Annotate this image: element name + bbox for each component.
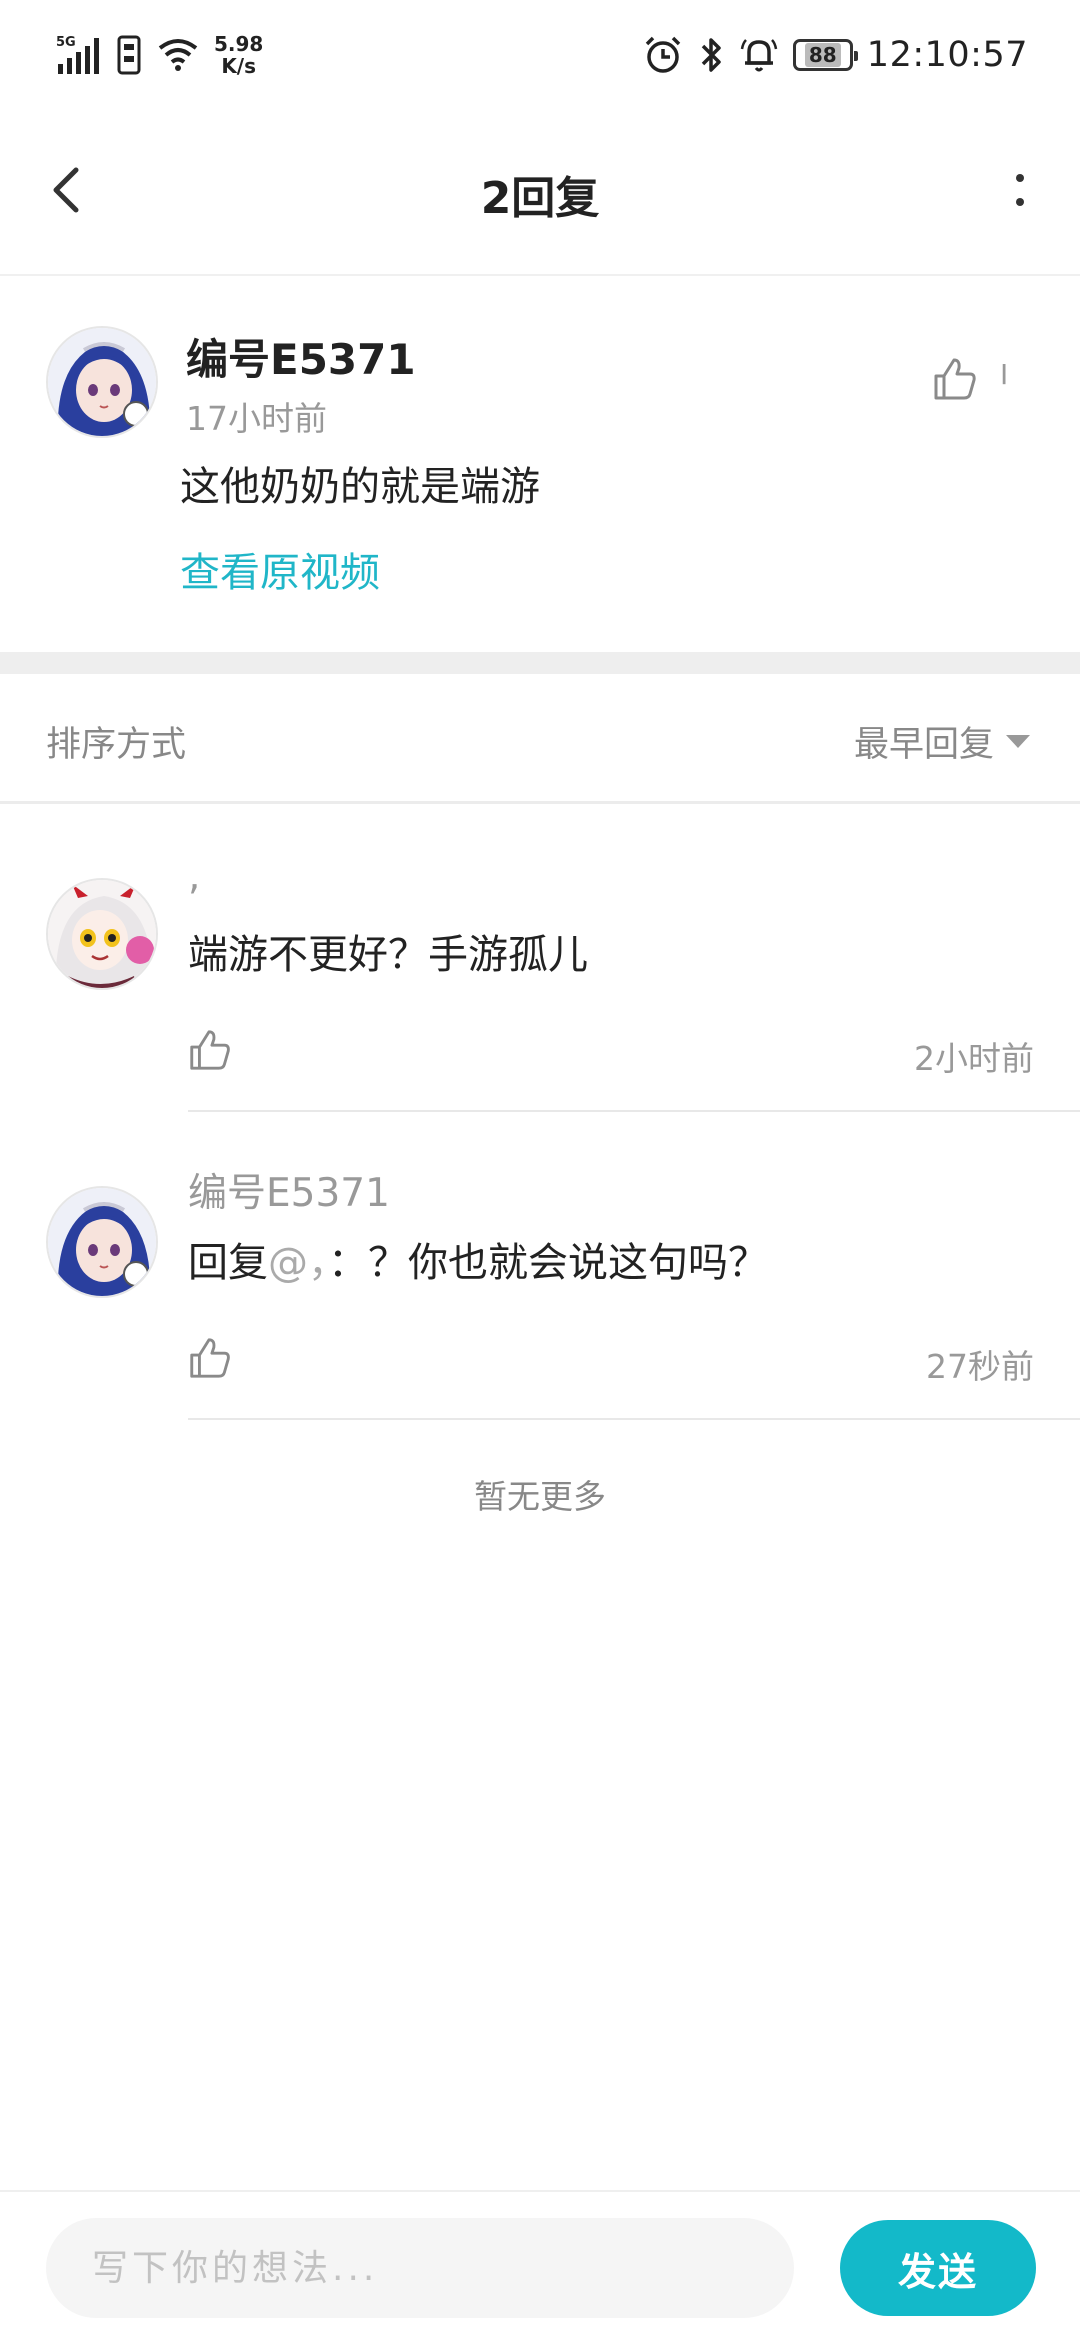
network-type-text: 5G [56, 35, 76, 50]
thumbs-up-icon [190, 1030, 230, 1070]
reply-author-name[interactable]: , [188, 854, 200, 899]
reply-timestamp: 2小时前 [914, 1039, 1034, 1078]
thumbs-up-icon [190, 1338, 230, 1378]
network-speed: 5.98 K/s [214, 33, 263, 77]
like-count: I [1000, 358, 1009, 391]
like-button[interactable] [930, 354, 980, 404]
reply-item: 编号E5371 回复@，：？你也就会说这句吗？ 27秒前 [0, 1112, 1080, 1420]
view-original-video-link[interactable]: 查看原视频 [180, 540, 380, 598]
sort-label: 排序方式 [46, 725, 187, 765]
more-dot-icon [1016, 198, 1024, 206]
sim-card-icon [117, 35, 141, 75]
sort-bar: 排序方式 最早回复 [0, 674, 1080, 804]
no-more-text: 暂无更多 [474, 1477, 606, 1516]
network-speed-value: 5.98 [214, 32, 264, 56]
more-dot-icon [1016, 174, 1024, 182]
comment-input-bar: 发送 [0, 2190, 1080, 2340]
avatar[interactable] [46, 326, 158, 438]
comment-input[interactable] [46, 2218, 794, 2318]
send-button[interactable]: 发送 [840, 2220, 1036, 2316]
page-title: 2回复 [480, 173, 600, 224]
status-right: 88 12:10:57 [643, 28, 1028, 82]
top-app-bar: 2回复 [0, 110, 1080, 276]
reply-divider [188, 1418, 1080, 1420]
reply-item: , 端游不更好？手游孤儿 2小时前 [0, 804, 1080, 1112]
status-left: 5G 5.98 K/s [56, 30, 263, 80]
bell-icon [740, 39, 778, 72]
battery-level: 88 [804, 43, 841, 67]
anime-avatar-blue-hair-icon [48, 1188, 156, 1296]
alarm-icon [645, 36, 681, 73]
original-comment: 编号E5371 17小时前 这他奶奶的就是端游 查看原视频 I [0, 278, 1080, 652]
more-options-button[interactable] [990, 160, 1050, 220]
status-bar: 5G 5.98 K/s 88 12:10:57 [0, 0, 1080, 110]
battery-indicator: 88 [792, 39, 858, 71]
status-time: 12:10:57 [866, 35, 1028, 75]
reply-mention[interactable]: @， [268, 1240, 328, 1286]
reply-text: 端游不更好？手游孤儿 [188, 922, 588, 980]
reply-body: ：？你也就会说这句吗？ [328, 1240, 768, 1286]
wifi-icon [158, 39, 198, 71]
reply-author-name[interactable]: 编号E5371 [188, 1162, 390, 1218]
comment-author-name[interactable]: 编号E5371 [186, 326, 416, 387]
sort-selected-value: 最早回复 [853, 725, 994, 765]
comment-text: 这他奶奶的就是端游 [180, 464, 540, 510]
section-divider [0, 652, 1080, 674]
like-button[interactable] [186, 1334, 234, 1382]
reply-prefix: 回复 [188, 1240, 268, 1286]
reply-timestamp: 27秒前 [926, 1347, 1034, 1386]
bluetooth-icon [701, 38, 721, 72]
reply-text: 回复@，：？你也就会说这句吗？ [188, 1230, 768, 1288]
comment-timestamp: 17小时前 [186, 399, 327, 438]
sort-dropdown[interactable]: 最早回复 [854, 716, 1030, 767]
thumbs-up-icon [934, 358, 976, 400]
reply-body: 端游不更好？手游孤儿 [188, 932, 588, 978]
network-speed-unit: K/s [221, 54, 257, 78]
like-button[interactable] [186, 1026, 234, 1074]
cellular-signal-icon: 5G [56, 35, 99, 74]
caret-down-icon [1006, 735, 1030, 748]
anime-avatar-white-hair-icon [48, 880, 156, 988]
anime-avatar-blue-hair-icon [48, 328, 156, 436]
avatar[interactable] [46, 878, 158, 990]
avatar[interactable] [46, 1186, 158, 1298]
